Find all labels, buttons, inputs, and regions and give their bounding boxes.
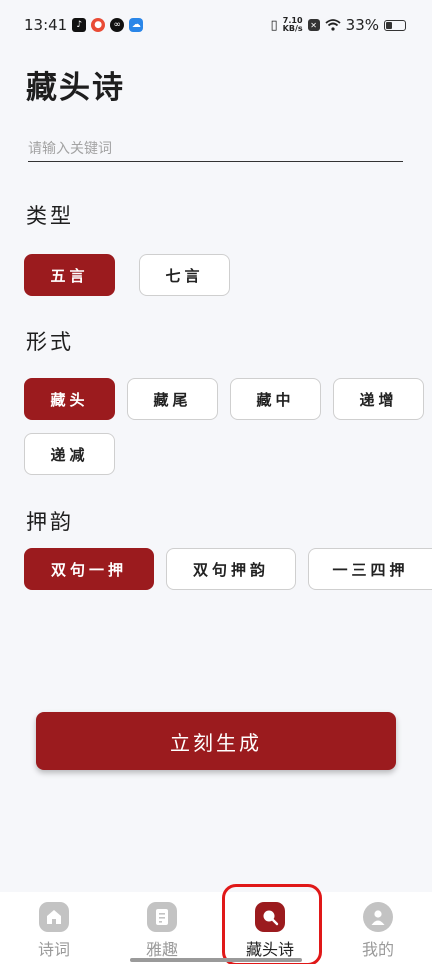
chip-form-4[interactable]: 递减: [24, 433, 115, 475]
document-icon: [147, 902, 177, 932]
tiktok-icon: ♪: [72, 18, 87, 32]
chip-form-2[interactable]: 藏中: [230, 378, 321, 420]
tab-label-poems: 诗词: [37, 940, 70, 959]
user-icon: [363, 902, 393, 932]
vibrate-icon: ▯: [270, 17, 278, 33]
chip-form-0[interactable]: 藏头: [24, 378, 115, 420]
form-section-title: 形式: [26, 330, 74, 354]
chip-rhyme-2[interactable]: 一三四押: [308, 548, 432, 590]
search-input[interactable]: [28, 138, 403, 160]
link-icon: ∞: [110, 18, 125, 32]
battery-fill: [386, 21, 392, 29]
home-icon: [39, 902, 69, 932]
generate-button[interactable]: 立刻生成: [36, 712, 396, 770]
wifi-icon: [325, 19, 341, 31]
highlight-ring: [222, 884, 322, 964]
tab-mine[interactable]: 我的: [324, 892, 432, 964]
rhyme-section-title: 押韵: [26, 510, 74, 534]
status-time: 13:41: [24, 16, 68, 34]
no-sim-icon: ✕: [307, 19, 320, 31]
page-title: 藏头诗: [26, 70, 125, 106]
tab-elegance[interactable]: 雅趣: [108, 892, 216, 964]
chip-form-3[interactable]: 递增: [333, 378, 424, 420]
status-right: ▯ 7.10 KB/s ✕ 33%: [271, 16, 406, 34]
chip-rhyme-0[interactable]: 双句一押: [24, 548, 154, 590]
cloud-icon: ☁: [129, 18, 144, 32]
chip-rhyme-1[interactable]: 双句押韵: [166, 548, 296, 590]
tab-bar: 诗词 雅趣 藏头诗 我的: [0, 892, 432, 964]
battery-percent: 33%: [345, 16, 379, 34]
chip-form-1[interactable]: 藏尾: [127, 378, 218, 420]
status-bar: 13:41 ♪ ● ∞ ☁ ▯ 7.10 KB/s ✕ 33%: [0, 0, 432, 50]
net-speed-unit: KB/s: [282, 24, 303, 33]
net-speed: 7.10 KB/s: [283, 17, 303, 33]
tab-label-elegance: 雅趣: [145, 940, 178, 959]
battery-icon: [384, 19, 406, 31]
home-indicator: [130, 958, 302, 962]
chip-type-1[interactable]: 七言: [139, 254, 230, 296]
tab-poems[interactable]: 诗词: [0, 892, 108, 964]
weibo-icon: ●: [91, 18, 106, 32]
search-field: [28, 138, 403, 162]
status-left: 13:41 ♪ ● ∞ ☁: [24, 16, 144, 34]
chip-type-0[interactable]: 五言: [24, 254, 115, 296]
type-section-title: 类型: [26, 204, 74, 228]
tab-label-mine: 我的: [361, 940, 394, 959]
